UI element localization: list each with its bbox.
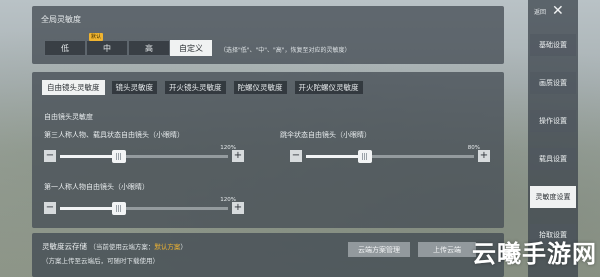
slider-fill <box>60 155 119 158</box>
decrease-button[interactable]: − <box>44 150 56 162</box>
tab-fire-gyroscope[interactable]: 开火陀螺仪灵敏度 <box>293 80 364 95</box>
preset-custom-label: 自定义 <box>179 43 203 53</box>
slider-track[interactable]: 120% <box>60 145 236 163</box>
increase-button[interactable]: + <box>478 150 490 162</box>
slider-label-third-person: 第三人称人物、载具状态自由镜头（小眼睛） <box>44 131 184 139</box>
sidebar-item-vehicle[interactable]: 载具设置 <box>530 148 576 170</box>
slider-fill <box>306 155 365 158</box>
sidebar-item-controls[interactable]: 操作设置 <box>530 110 576 132</box>
close-icon[interactable]: ✕ <box>552 4 564 18</box>
sidebar-item-sensitivity[interactable]: 灵敏度设置 <box>530 186 576 208</box>
return-button[interactable]: 返回 <box>534 7 546 16</box>
slider-fill <box>60 207 119 210</box>
decrease-button[interactable]: − <box>44 202 56 214</box>
lens-sensitivity-panel: 自由镜头灵敏度 镜头灵敏度 开火镜头灵敏度 陀螺仪灵敏度 开火陀螺仪灵敏度 自由… <box>32 72 504 228</box>
preset-low-label: 低 <box>61 43 69 53</box>
sidebar-header: 返回 ✕ <box>528 0 578 22</box>
preset-high-button[interactable]: 高 <box>128 40 170 56</box>
tab-fire-lens[interactable]: 开火镜头灵敏度 <box>164 80 227 95</box>
slider-handle[interactable] <box>357 150 372 163</box>
slider-third-person: − 120% + <box>44 145 244 164</box>
cloud-current-label: （当前使用云端方案： <box>89 243 155 251</box>
cloud-plan-name: 默认方案 <box>154 243 181 251</box>
default-badge: 默认 <box>89 33 104 41</box>
sensitivity-tabs: 自由镜头灵敏度 镜头灵敏度 开火镜头灵敏度 陀螺仪灵敏度 开火陀螺仪灵敏度 <box>42 80 364 95</box>
cloud-current-end: ） <box>180 243 187 251</box>
site-watermark: 云曦手游网 <box>472 240 597 268</box>
tab-gyroscope[interactable]: 陀螺仪灵敏度 <box>232 80 288 95</box>
upload-cloud-button[interactable]: 上传云端 <box>418 242 476 257</box>
sidebar-item-basic[interactable]: 基础设置 <box>530 34 576 56</box>
preset-high-label: 高 <box>145 43 153 53</box>
cloud-storage-panel: 灵敏度云存储 （当前使用云端方案：默认方案） （方案上传至云端后，可随时下载使用… <box>32 233 504 277</box>
decrease-button[interactable]: − <box>290 150 302 162</box>
slider-handle[interactable] <box>111 150 126 163</box>
cloud-manage-button[interactable]: 云端方案管理 <box>348 242 410 257</box>
slider-handle[interactable] <box>111 202 126 215</box>
cloud-description: （方案上传至云端后，可随时下载使用） <box>42 257 159 265</box>
slider-label-parachute: 跳伞状态自由镜头（小眼睛） <box>280 131 371 139</box>
global-sensitivity-panel: 全局灵敏度 低 默认 中 高 自定义 （选择"低"、"中"、"高"，恢复至对应的… <box>32 6 504 64</box>
preset-medium-button[interactable]: 默认 中 <box>86 33 128 56</box>
slider-label-first-person: 第一人称人物自由镜头（小眼睛） <box>44 183 149 191</box>
increase-button[interactable]: + <box>232 150 244 162</box>
slider-first-person: − 120% + <box>44 197 244 216</box>
preset-custom-button[interactable]: 自定义 <box>170 40 212 56</box>
sensitivity-preset-selector: 低 默认 中 高 自定义 <box>44 33 212 56</box>
cloud-title-text: 灵敏度云存储 <box>42 242 87 251</box>
tab-lens[interactable]: 镜头灵敏度 <box>110 80 158 95</box>
preset-hint: （选择"低"、"中"、"高"，恢复至对应的灵敏度） <box>220 47 351 54</box>
slider-track[interactable]: 120% <box>60 197 236 215</box>
global-sensitivity-title: 全局灵敏度 <box>41 15 81 24</box>
preset-low-button[interactable]: 低 <box>44 40 86 56</box>
tab-free-lens[interactable]: 自由镜头灵敏度 <box>42 80 105 95</box>
section-title: 自由镜头灵敏度 <box>44 113 93 121</box>
increase-button[interactable]: + <box>232 202 244 214</box>
sidebar-item-graphics[interactable]: 画质设置 <box>530 72 576 94</box>
slider-track[interactable]: 80% <box>306 145 480 163</box>
preset-medium-label: 中 <box>103 43 111 53</box>
cloud-storage-title: 灵敏度云存储 （当前使用云端方案：默认方案） <box>42 241 187 252</box>
slider-parachute: − 80% + <box>290 145 490 164</box>
